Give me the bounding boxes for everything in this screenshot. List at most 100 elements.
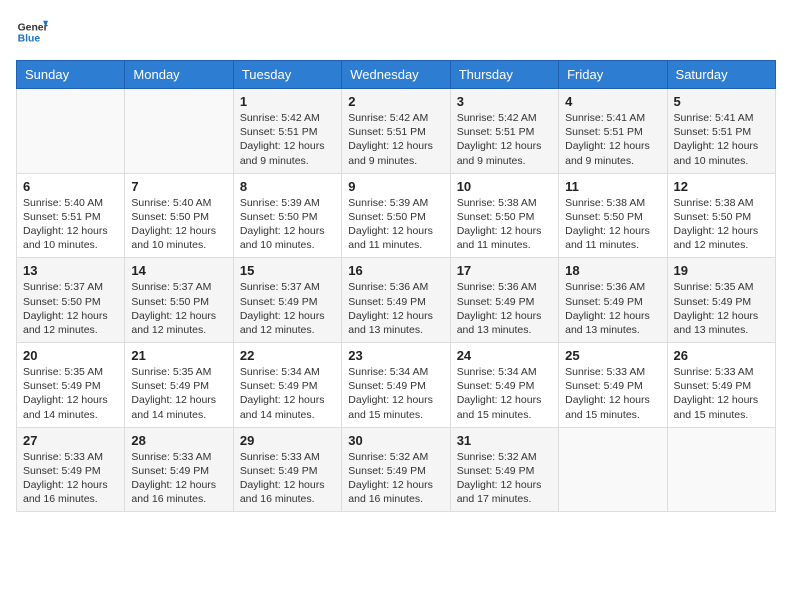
day-number: 13 xyxy=(23,263,118,278)
day-number: 15 xyxy=(240,263,335,278)
day-info: Sunrise: 5:37 AMSunset: 5:49 PMDaylight:… xyxy=(240,280,335,337)
day-number: 23 xyxy=(348,348,443,363)
day-info: Sunrise: 5:40 AMSunset: 5:51 PMDaylight:… xyxy=(23,196,118,253)
weekday-header-friday: Friday xyxy=(559,61,667,89)
weekday-header-thursday: Thursday xyxy=(450,61,558,89)
day-info: Sunrise: 5:33 AMSunset: 5:49 PMDaylight:… xyxy=(23,450,118,507)
day-info: Sunrise: 5:33 AMSunset: 5:49 PMDaylight:… xyxy=(674,365,769,422)
calendar-cell: 6 Sunrise: 5:40 AMSunset: 5:51 PMDaylight… xyxy=(17,173,125,258)
day-number: 9 xyxy=(348,179,443,194)
day-info: Sunrise: 5:37 AMSunset: 5:50 PMDaylight:… xyxy=(131,280,226,337)
day-info: Sunrise: 5:32 AMSunset: 5:49 PMDaylight:… xyxy=(457,450,552,507)
calendar-cell: 31 Sunrise: 5:32 AMSunset: 5:49 PMDayligh… xyxy=(450,427,558,512)
calendar-cell: 13 Sunrise: 5:37 AMSunset: 5:50 PMDayligh… xyxy=(17,258,125,343)
day-info: Sunrise: 5:39 AMSunset: 5:50 PMDaylight:… xyxy=(240,196,335,253)
day-info: Sunrise: 5:38 AMSunset: 5:50 PMDaylight:… xyxy=(565,196,660,253)
calendar-cell: 11 Sunrise: 5:38 AMSunset: 5:50 PMDayligh… xyxy=(559,173,667,258)
page-header: General Blue xyxy=(16,16,776,48)
day-number: 20 xyxy=(23,348,118,363)
day-number: 24 xyxy=(457,348,552,363)
day-number: 4 xyxy=(565,94,660,109)
day-number: 12 xyxy=(674,179,769,194)
week-row-5: 27 Sunrise: 5:33 AMSunset: 5:49 PMDayligh… xyxy=(17,427,776,512)
day-number: 14 xyxy=(131,263,226,278)
week-row-1: 1 Sunrise: 5:42 AMSunset: 5:51 PMDaylight… xyxy=(17,89,776,174)
logo: General Blue xyxy=(16,16,48,48)
day-info: Sunrise: 5:35 AMSunset: 5:49 PMDaylight:… xyxy=(23,365,118,422)
weekday-header-sunday: Sunday xyxy=(17,61,125,89)
day-info: Sunrise: 5:42 AMSunset: 5:51 PMDaylight:… xyxy=(348,111,443,168)
calendar-cell xyxy=(667,427,775,512)
day-info: Sunrise: 5:42 AMSunset: 5:51 PMDaylight:… xyxy=(457,111,552,168)
weekday-header-row: SundayMondayTuesdayWednesdayThursdayFrid… xyxy=(17,61,776,89)
calendar-cell: 14 Sunrise: 5:37 AMSunset: 5:50 PMDayligh… xyxy=(125,258,233,343)
calendar-cell: 21 Sunrise: 5:35 AMSunset: 5:49 PMDayligh… xyxy=(125,343,233,428)
day-number: 17 xyxy=(457,263,552,278)
calendar-cell: 26 Sunrise: 5:33 AMSunset: 5:49 PMDayligh… xyxy=(667,343,775,428)
day-info: Sunrise: 5:32 AMSunset: 5:49 PMDaylight:… xyxy=(348,450,443,507)
day-number: 27 xyxy=(23,433,118,448)
calendar-cell xyxy=(125,89,233,174)
calendar-cell: 16 Sunrise: 5:36 AMSunset: 5:49 PMDayligh… xyxy=(342,258,450,343)
day-info: Sunrise: 5:34 AMSunset: 5:49 PMDaylight:… xyxy=(240,365,335,422)
calendar-cell: 3 Sunrise: 5:42 AMSunset: 5:51 PMDaylight… xyxy=(450,89,558,174)
day-number: 19 xyxy=(674,263,769,278)
day-number: 18 xyxy=(565,263,660,278)
day-number: 29 xyxy=(240,433,335,448)
calendar-cell: 29 Sunrise: 5:33 AMSunset: 5:49 PMDayligh… xyxy=(233,427,341,512)
calendar-cell: 30Sunrise: 5:32 AMSunset: 5:49 PMDayligh… xyxy=(342,427,450,512)
calendar-cell xyxy=(17,89,125,174)
calendar-cell: 12 Sunrise: 5:38 AMSunset: 5:50 PMDayligh… xyxy=(667,173,775,258)
logo-icon: General Blue xyxy=(16,16,48,48)
calendar-cell: 8 Sunrise: 5:39 AMSunset: 5:50 PMDaylight… xyxy=(233,173,341,258)
day-info: Sunrise: 5:34 AMSunset: 5:49 PMDaylight:… xyxy=(348,365,443,422)
calendar-cell: 7Sunrise: 5:40 AMSunset: 5:50 PMDaylight… xyxy=(125,173,233,258)
day-info: Sunrise: 5:40 AMSunset: 5:50 PMDaylight:… xyxy=(131,196,226,253)
day-info: Sunrise: 5:33 AMSunset: 5:49 PMDaylight:… xyxy=(565,365,660,422)
calendar-cell xyxy=(559,427,667,512)
calendar-cell: 2 Sunrise: 5:42 AMSunset: 5:51 PMDaylight… xyxy=(342,89,450,174)
day-info: Sunrise: 5:35 AMSunset: 5:49 PMDaylight:… xyxy=(674,280,769,337)
calendar-cell: 22 Sunrise: 5:34 AMSunset: 5:49 PMDayligh… xyxy=(233,343,341,428)
calendar-cell: 23 Sunrise: 5:34 AMSunset: 5:49 PMDayligh… xyxy=(342,343,450,428)
day-info: Sunrise: 5:33 AMSunset: 5:49 PMDaylight:… xyxy=(131,450,226,507)
day-info: Sunrise: 5:42 AMSunset: 5:51 PMDaylight:… xyxy=(240,111,335,168)
week-row-3: 13 Sunrise: 5:37 AMSunset: 5:50 PMDayligh… xyxy=(17,258,776,343)
day-info: Sunrise: 5:37 AMSunset: 5:50 PMDaylight:… xyxy=(23,280,118,337)
day-number: 5 xyxy=(674,94,769,109)
day-number: 3 xyxy=(457,94,552,109)
day-number: 6 xyxy=(23,179,118,194)
calendar-cell: 5 Sunrise: 5:41 AMSunset: 5:51 PMDaylight… xyxy=(667,89,775,174)
calendar-cell: 1 Sunrise: 5:42 AMSunset: 5:51 PMDaylight… xyxy=(233,89,341,174)
day-number: 11 xyxy=(565,179,660,194)
day-info: Sunrise: 5:33 AMSunset: 5:49 PMDaylight:… xyxy=(240,450,335,507)
day-number: 8 xyxy=(240,179,335,194)
calendar-cell: 19 Sunrise: 5:35 AMSunset: 5:49 PMDayligh… xyxy=(667,258,775,343)
day-info: Sunrise: 5:41 AMSunset: 5:51 PMDaylight:… xyxy=(565,111,660,168)
day-number: 16 xyxy=(348,263,443,278)
day-number: 22 xyxy=(240,348,335,363)
day-number: 26 xyxy=(674,348,769,363)
day-number: 21 xyxy=(131,348,226,363)
calendar-cell: 4 Sunrise: 5:41 AMSunset: 5:51 PMDaylight… xyxy=(559,89,667,174)
day-number: 1 xyxy=(240,94,335,109)
svg-text:General: General xyxy=(18,22,48,33)
week-row-4: 20 Sunrise: 5:35 AMSunset: 5:49 PMDayligh… xyxy=(17,343,776,428)
day-info: Sunrise: 5:34 AMSunset: 5:49 PMDaylight:… xyxy=(457,365,552,422)
day-info: Sunrise: 5:36 AMSunset: 5:49 PMDaylight:… xyxy=(348,280,443,337)
day-info: Sunrise: 5:38 AMSunset: 5:50 PMDaylight:… xyxy=(457,196,552,253)
calendar-cell: 17 Sunrise: 5:36 AMSunset: 5:49 PMDayligh… xyxy=(450,258,558,343)
day-info: Sunrise: 5:41 AMSunset: 5:51 PMDaylight:… xyxy=(674,111,769,168)
day-number: 25 xyxy=(565,348,660,363)
day-number: 31 xyxy=(457,433,552,448)
day-number: 2 xyxy=(348,94,443,109)
day-info: Sunrise: 5:36 AMSunset: 5:49 PMDaylight:… xyxy=(457,280,552,337)
day-info: Sunrise: 5:35 AMSunset: 5:49 PMDaylight:… xyxy=(131,365,226,422)
calendar-cell: 10Sunrise: 5:38 AMSunset: 5:50 PMDayligh… xyxy=(450,173,558,258)
calendar-cell: 27 Sunrise: 5:33 AMSunset: 5:49 PMDayligh… xyxy=(17,427,125,512)
day-info: Sunrise: 5:36 AMSunset: 5:49 PMDaylight:… xyxy=(565,280,660,337)
day-info: Sunrise: 5:38 AMSunset: 5:50 PMDaylight:… xyxy=(674,196,769,253)
calendar-cell: 20 Sunrise: 5:35 AMSunset: 5:49 PMDayligh… xyxy=(17,343,125,428)
calendar-cell: 28Sunrise: 5:33 AMSunset: 5:49 PMDayligh… xyxy=(125,427,233,512)
weekday-header-tuesday: Tuesday xyxy=(233,61,341,89)
